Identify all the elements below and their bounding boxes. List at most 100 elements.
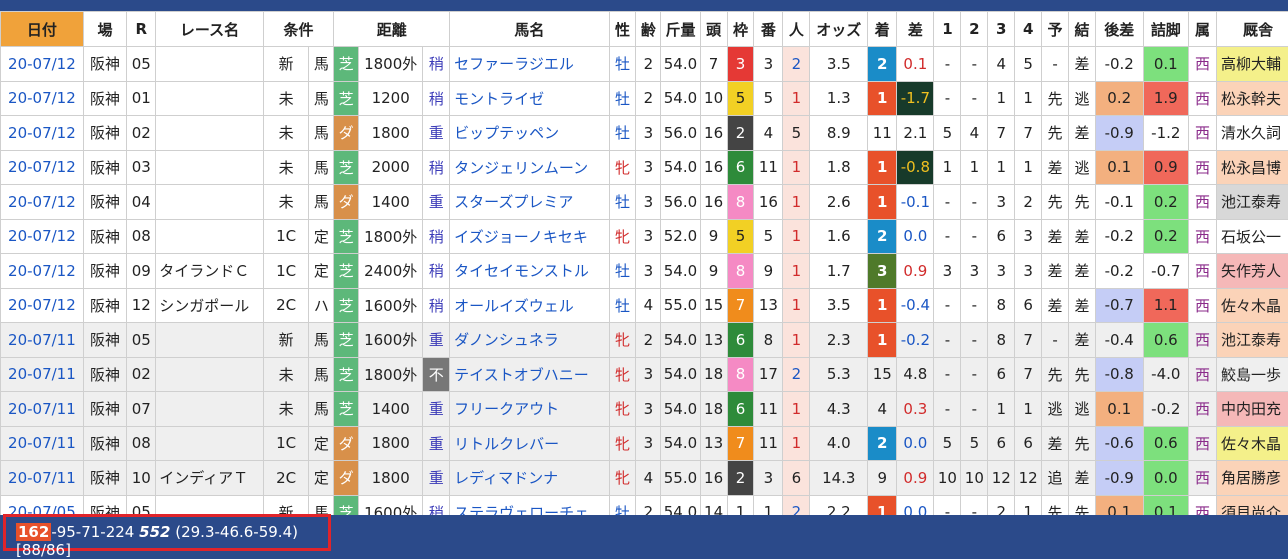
- col-header-age[interactable]: 齢: [636, 12, 661, 47]
- horse-name-link[interactable]: ダノンシュネラ: [450, 323, 609, 358]
- horse-name-link[interactable]: モントライゼ: [450, 81, 609, 116]
- finish-cell: 1: [868, 495, 897, 515]
- odds-cell: 1.6: [810, 219, 868, 254]
- race-date-link[interactable]: 20-07/12: [1, 47, 84, 82]
- col-header-prediction[interactable]: 予: [1042, 12, 1069, 47]
- race-date-link[interactable]: 20-07/12: [1, 254, 84, 289]
- race-date-link[interactable]: 20-07/11: [1, 357, 84, 392]
- surface-cell: 芝: [334, 288, 359, 323]
- horse-name-link[interactable]: テイストオブハニー: [450, 357, 609, 392]
- table-row[interactable]: 20-07/12阪神05新馬芝1800外稍セファーラジエル牡254.073323…: [1, 47, 1288, 82]
- race-date-link[interactable]: 20-07/12: [1, 150, 84, 185]
- ground-cell: 稍: [423, 288, 450, 323]
- table-row[interactable]: 20-07/12阪神04未馬ダ1400重スターズプレミア牡356.0168161…: [1, 185, 1288, 220]
- results-table-container[interactable]: 日付 場 R レース名 条件 距離 馬名 性 齢 斤量 頭 枠 番 人 オッズ …: [0, 11, 1288, 515]
- col-header-odds[interactable]: オッズ: [810, 12, 868, 47]
- col-header-late-diff[interactable]: 後差: [1095, 12, 1143, 47]
- col-header-horse[interactable]: 馬名: [450, 12, 609, 47]
- race-name-cell: [156, 150, 264, 185]
- col-header-ban[interactable]: 番: [754, 12, 783, 47]
- distance-cell: 1400: [359, 185, 423, 220]
- col-header-place[interactable]: 場: [83, 12, 126, 47]
- horse-name-link[interactable]: イズジョーノキセキ: [450, 219, 609, 254]
- horse-name-link[interactable]: レディマドンナ: [450, 461, 609, 496]
- col-header-sex[interactable]: 性: [609, 12, 636, 47]
- col-header-heads[interactable]: 頭: [700, 12, 727, 47]
- waku-cell: 5: [727, 219, 754, 254]
- table-row[interactable]: 20-07/12阪神081C定芝1800外稍イズジョーノキセキ牝352.0955…: [1, 219, 1288, 254]
- col-header-corner1[interactable]: 1: [934, 12, 961, 47]
- distance-cell: 1600外: [359, 288, 423, 323]
- col-header-popularity[interactable]: 人: [783, 12, 810, 47]
- horse-name-link[interactable]: セファーラジエル: [450, 47, 609, 82]
- late-diff-cell: -0.2: [1095, 47, 1143, 82]
- col-header-finish[interactable]: 着: [868, 12, 897, 47]
- table-row[interactable]: 20-07/11阪神02未馬芝1800外不テイストオブハニー牝354.01881…: [1, 357, 1288, 392]
- table-row[interactable]: 20-07/12阪神01未馬芝1200稍モントライゼ牡254.0105511.3…: [1, 81, 1288, 116]
- horse-name-link[interactable]: フリークアウト: [450, 392, 609, 427]
- table-row[interactable]: 20-07/11阪神05新馬芝1600外重ダノンシュネラ牝254.0136812…: [1, 323, 1288, 358]
- stable-cell: 中内田充: [1217, 392, 1288, 427]
- col-header-stable[interactable]: 厩舎: [1217, 12, 1288, 47]
- type-cell: 馬: [309, 81, 334, 116]
- horse-name-link[interactable]: ステラヴェローチェ: [450, 495, 609, 515]
- belong-cell: 西: [1189, 288, 1217, 323]
- finish-cell: 1: [868, 288, 897, 323]
- margin-cell: -1.7: [897, 81, 934, 116]
- col-header-corner4[interactable]: 4: [1015, 12, 1042, 47]
- ground-cell: 稍: [423, 150, 450, 185]
- type-cell: 馬: [309, 323, 334, 358]
- race-date-link[interactable]: 20-07/12: [1, 81, 84, 116]
- col-header-corner3[interactable]: 3: [988, 12, 1015, 47]
- col-header-closing[interactable]: 詰脚: [1143, 12, 1189, 47]
- race-date-link[interactable]: 20-07/12: [1, 185, 84, 220]
- belong-cell: 西: [1189, 219, 1217, 254]
- horse-name-link[interactable]: ビップテッペン: [450, 116, 609, 151]
- race-date-link[interactable]: 20-07/12: [1, 219, 84, 254]
- race-date-link[interactable]: 20-07/12: [1, 116, 84, 151]
- race-date-link[interactable]: 20-07/11: [1, 392, 84, 427]
- belong-cell: 西: [1189, 357, 1217, 392]
- col-header-margin[interactable]: 差: [897, 12, 934, 47]
- col-header-waku[interactable]: 枠: [727, 12, 754, 47]
- race-date-link[interactable]: 20-07/12: [1, 288, 84, 323]
- race-date-link[interactable]: 20-07/05: [1, 495, 84, 515]
- distance-cell: 1800: [359, 461, 423, 496]
- odds-cell: 8.9: [810, 116, 868, 151]
- table-row[interactable]: 20-07/11阪神10インディアＴ2C定ダ1800重レディマドンナ牝455.0…: [1, 461, 1288, 496]
- age-cell: 3: [636, 357, 661, 392]
- corner1-cell: 1: [934, 150, 961, 185]
- col-header-distance[interactable]: 距離: [334, 12, 450, 47]
- table-row[interactable]: 20-07/11阪神081C定ダ1800重リトルクレバー牝354.0137111…: [1, 426, 1288, 461]
- table-row[interactable]: 20-07/05阪神05新馬芝1600外稍ステラヴェローチェ牡254.01411…: [1, 495, 1288, 515]
- table-row[interactable]: 20-07/12阪神09タイランドＣ1C定芝2400外稍タイセイモンストル牡35…: [1, 254, 1288, 289]
- stable-cell: 佐々木晶: [1217, 426, 1288, 461]
- col-header-result-style[interactable]: 結: [1069, 12, 1096, 47]
- race-date-link[interactable]: 20-07/11: [1, 426, 84, 461]
- col-header-belong[interactable]: 属: [1189, 12, 1217, 47]
- race-date-link[interactable]: 20-07/11: [1, 323, 84, 358]
- table-row[interactable]: 20-07/12阪神02未馬ダ1800重ビップテッペン牡356.0162458.…: [1, 116, 1288, 151]
- horse-name-link[interactable]: リトルクレバー: [450, 426, 609, 461]
- table-row[interactable]: 20-07/12阪神12シンガポール2Cハ芝1600外稍オールイズウェル牡455…: [1, 288, 1288, 323]
- col-header-weight[interactable]: 斤量: [661, 12, 700, 47]
- popularity-cell: 1: [783, 254, 810, 289]
- col-header-race-name[interactable]: レース名: [156, 12, 264, 47]
- col-header-race-no[interactable]: R: [127, 12, 156, 47]
- horse-name-link[interactable]: スターズプレミア: [450, 185, 609, 220]
- race-date-link[interactable]: 20-07/11: [1, 461, 84, 496]
- weight-cell: 55.0: [661, 461, 700, 496]
- table-row[interactable]: 20-07/11阪神07未馬芝1400重フリークアウト牝354.01861114…: [1, 392, 1288, 427]
- table-row[interactable]: 20-07/12阪神03未馬芝2000稍タンジェリンムーン牝354.016611…: [1, 150, 1288, 185]
- horse-name-link[interactable]: タンジェリンムーン: [450, 150, 609, 185]
- margin-cell: 0.0: [897, 426, 934, 461]
- distance-cell: 1200: [359, 81, 423, 116]
- col-header-corner2[interactable]: 2: [961, 12, 988, 47]
- horse-name-link[interactable]: タイセイモンストル: [450, 254, 609, 289]
- corner4-cell: 5: [1015, 47, 1042, 82]
- col-header-condition[interactable]: 条件: [263, 12, 333, 47]
- odds-cell: 1.8: [810, 150, 868, 185]
- col-header-date[interactable]: 日付: [1, 12, 84, 47]
- distance-cell: 1800外: [359, 357, 423, 392]
- horse-name-link[interactable]: オールイズウェル: [450, 288, 609, 323]
